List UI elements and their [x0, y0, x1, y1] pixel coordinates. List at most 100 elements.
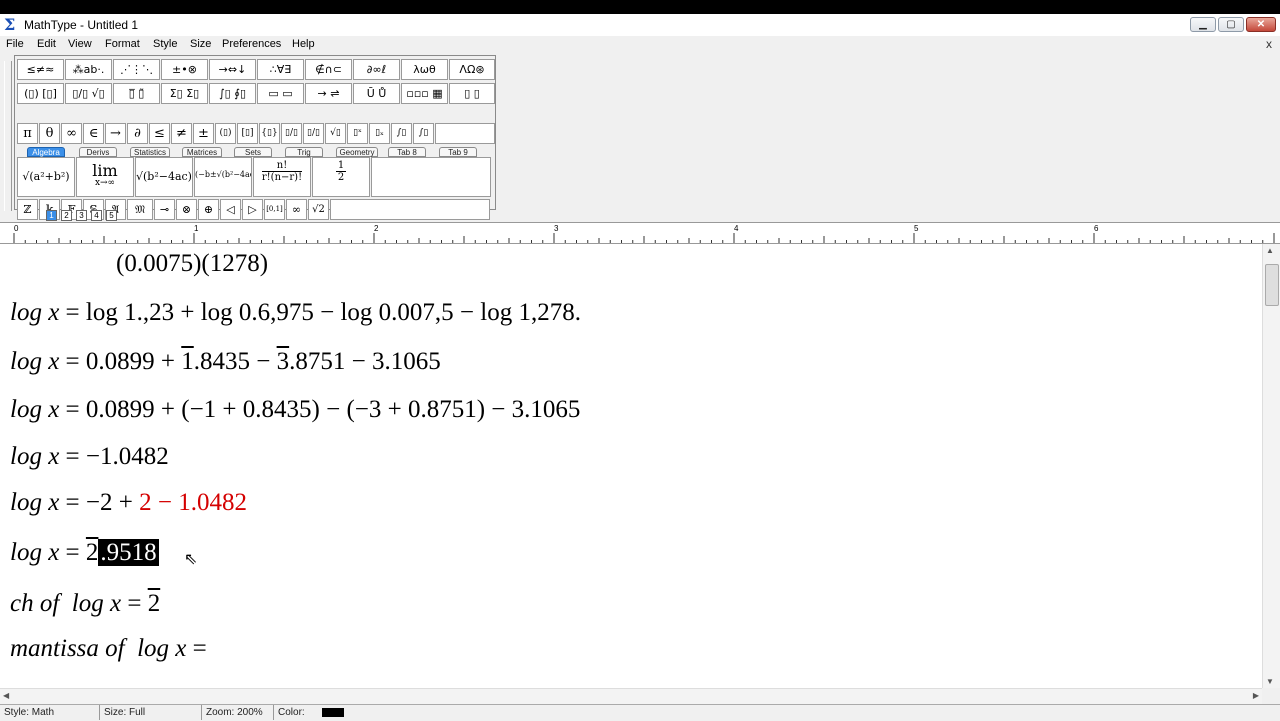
- tab-geometry[interactable]: Geometry: [336, 147, 378, 157]
- infinity-button[interactable]: ∞: [286, 199, 307, 220]
- superscript-button[interactable]: ▯ˣ: [347, 123, 368, 144]
- size-tab-4[interactable]: 4: [91, 210, 102, 221]
- menu-view[interactable]: View: [68, 38, 92, 50]
- fractions-radicals-palette[interactable]: ▯/▯ √▯: [65, 83, 112, 104]
- tab-trig[interactable]: Trig: [285, 147, 323, 157]
- fraktur-m-button[interactable]: 𝔐: [127, 199, 153, 220]
- menu-preferences[interactable]: Preferences: [222, 38, 281, 50]
- tab-statistics[interactable]: Statistics: [130, 147, 170, 157]
- greek-upper-palette[interactable]: ΛΩ⊛: [449, 59, 495, 80]
- close-button[interactable]: ✕: [1246, 17, 1276, 32]
- right-triangle-button[interactable]: ▷: [242, 199, 263, 220]
- menu-format[interactable]: Format: [105, 38, 140, 50]
- bars-palette[interactable]: ▭ ▭: [257, 83, 304, 104]
- operators-palette[interactable]: ±•⊗: [161, 59, 208, 80]
- labeled-arrows-palette[interactable]: → ⇌: [305, 83, 352, 104]
- parentheses-button[interactable]: (▯): [215, 123, 236, 144]
- menu-edit[interactable]: Edit: [37, 38, 56, 50]
- vertical-scrollbar[interactable]: ▲ ▼: [1262, 244, 1280, 688]
- left-triangle-button[interactable]: ◁: [220, 199, 241, 220]
- lhs: log x: [71, 590, 122, 617]
- braces-button[interactable]: {▯}: [259, 123, 280, 144]
- integers-symbol-button[interactable]: ℤ: [17, 199, 38, 220]
- small-fraction-button[interactable]: ▯/▯: [303, 123, 324, 144]
- tab-derivs[interactable]: Derivs: [79, 147, 117, 157]
- less-equal-button[interactable]: ≤: [149, 123, 170, 144]
- logic-palette[interactable]: ∴∀∃: [257, 59, 304, 80]
- tab-9[interactable]: Tab 9: [439, 147, 477, 157]
- pythagoras-template[interactable]: √(a²+b²): [17, 157, 75, 197]
- scroll-left-icon[interactable]: ◀: [3, 691, 9, 700]
- menu-help[interactable]: Help: [292, 38, 315, 50]
- multimap-button[interactable]: ⊸: [154, 199, 175, 220]
- rhs: = −1.0482: [59, 443, 169, 470]
- tab-8[interactable]: Tab 8: [388, 147, 426, 157]
- integral-button[interactable]: ∫▯: [391, 123, 412, 144]
- tab-sets[interactable]: Sets: [234, 147, 272, 157]
- discriminant-template[interactable]: √(b²−4ac): [135, 157, 193, 197]
- size-tab-1[interactable]: 1: [46, 210, 57, 221]
- relations-palette[interactable]: ≤≠≈: [17, 59, 64, 80]
- misc-symbols-palette[interactable]: ∂∞ℓ: [353, 59, 400, 80]
- document-close-icon[interactable]: x: [1266, 37, 1272, 51]
- fences-palette[interactable]: (▯) [▯]: [17, 83, 64, 104]
- quadratic-formula-template[interactable]: (−b±√(b²−4ac))/2a: [194, 157, 252, 197]
- spaces-palette[interactable]: ⁂ab·.: [65, 59, 112, 80]
- right-arrow-button[interactable]: →: [105, 123, 126, 144]
- maximize-button[interactable]: ▢: [1218, 17, 1244, 32]
- pi-symbol-button[interactable]: π: [17, 123, 38, 144]
- equation-editor-area[interactable]: (0.0075)(1278) log x = log 1.,23 + log 0…: [0, 244, 1262, 688]
- products-palette[interactable]: Ū Ů: [353, 83, 400, 104]
- lhs: log x: [10, 443, 60, 470]
- circled-times-button[interactable]: ⊗: [176, 199, 197, 220]
- matrices-palette[interactable]: ▫▫▫ ▦: [401, 83, 448, 104]
- not-equal-button[interactable]: ≠: [171, 123, 192, 144]
- scroll-down-icon[interactable]: ▼: [1266, 677, 1274, 686]
- size-tab-3[interactable]: 3: [76, 210, 87, 221]
- summation-palette[interactable]: Σ▯ Σ▯: [161, 83, 208, 104]
- square-root-button[interactable]: √▯: [325, 123, 346, 144]
- lhs: log x: [137, 635, 187, 662]
- root-two-button[interactable]: √2: [308, 199, 329, 220]
- interval-button[interactable]: [0,1]: [264, 199, 285, 220]
- size-tab-2[interactable]: 2: [61, 210, 72, 221]
- set-theory-palette[interactable]: ∉∩⊂: [305, 59, 352, 80]
- fraction-button[interactable]: ▯/▯: [281, 123, 302, 144]
- plus-minus-button[interactable]: ±: [193, 123, 214, 144]
- scroll-right-icon[interactable]: ▶: [1253, 691, 1259, 700]
- horizontal-scrollbar[interactable]: ◀ ▶: [0, 688, 1262, 704]
- empty-small-bar-slot[interactable]: [330, 199, 490, 220]
- integrals-palette[interactable]: ∫▯ ∮▯: [209, 83, 256, 104]
- minimize-button[interactable]: ▁: [1190, 17, 1216, 32]
- bar-characteristic: 2: [85, 539, 99, 566]
- embellishments-palette[interactable]: ⋰⋮⋱: [113, 59, 160, 80]
- scroll-up-icon[interactable]: ▲: [1266, 246, 1274, 255]
- arrows-palette[interactable]: →⇔↓: [209, 59, 256, 80]
- empty-template-slot[interactable]: [371, 157, 491, 197]
- combination-template[interactable]: n! r!(n−r)!: [253, 157, 311, 197]
- element-of-button[interactable]: ∈: [83, 123, 104, 144]
- selected-mantissa[interactable]: .9518: [98, 539, 159, 566]
- half-template[interactable]: 12: [312, 157, 370, 197]
- limit-template[interactable]: lim x→∞: [76, 157, 134, 197]
- toolbar-grip[interactable]: [4, 61, 12, 211]
- brackets-button[interactable]: [▯]: [237, 123, 258, 144]
- theta-symbol-button[interactable]: θ: [39, 123, 60, 144]
- subscript-button[interactable]: ▯ₓ: [369, 123, 390, 144]
- greek-lower-palette[interactable]: λωθ: [401, 59, 448, 80]
- infinity-symbol-button[interactable]: ∞: [61, 123, 82, 144]
- tab-algebra[interactable]: Algebra: [27, 147, 65, 157]
- partial-symbol-button[interactable]: ∂: [127, 123, 148, 144]
- menu-file[interactable]: File: [6, 38, 24, 50]
- subscripts-palette[interactable]: ▯̅ ▯̃: [113, 83, 160, 104]
- circled-plus-button[interactable]: ⊕: [198, 199, 219, 220]
- boxes-palette[interactable]: ▯ ▯: [449, 83, 495, 104]
- size-tab-5[interactable]: 5: [106, 210, 117, 221]
- menu-style[interactable]: Style: [153, 38, 177, 50]
- definite-integral-button[interactable]: ∫▯: [413, 123, 434, 144]
- tab-matrices[interactable]: Matrices: [182, 147, 222, 157]
- empty-symbol-slot[interactable]: [435, 123, 495, 144]
- rhs-part: =: [121, 590, 148, 617]
- menu-size[interactable]: Size: [190, 38, 211, 50]
- vertical-scroll-thumb[interactable]: [1265, 264, 1279, 306]
